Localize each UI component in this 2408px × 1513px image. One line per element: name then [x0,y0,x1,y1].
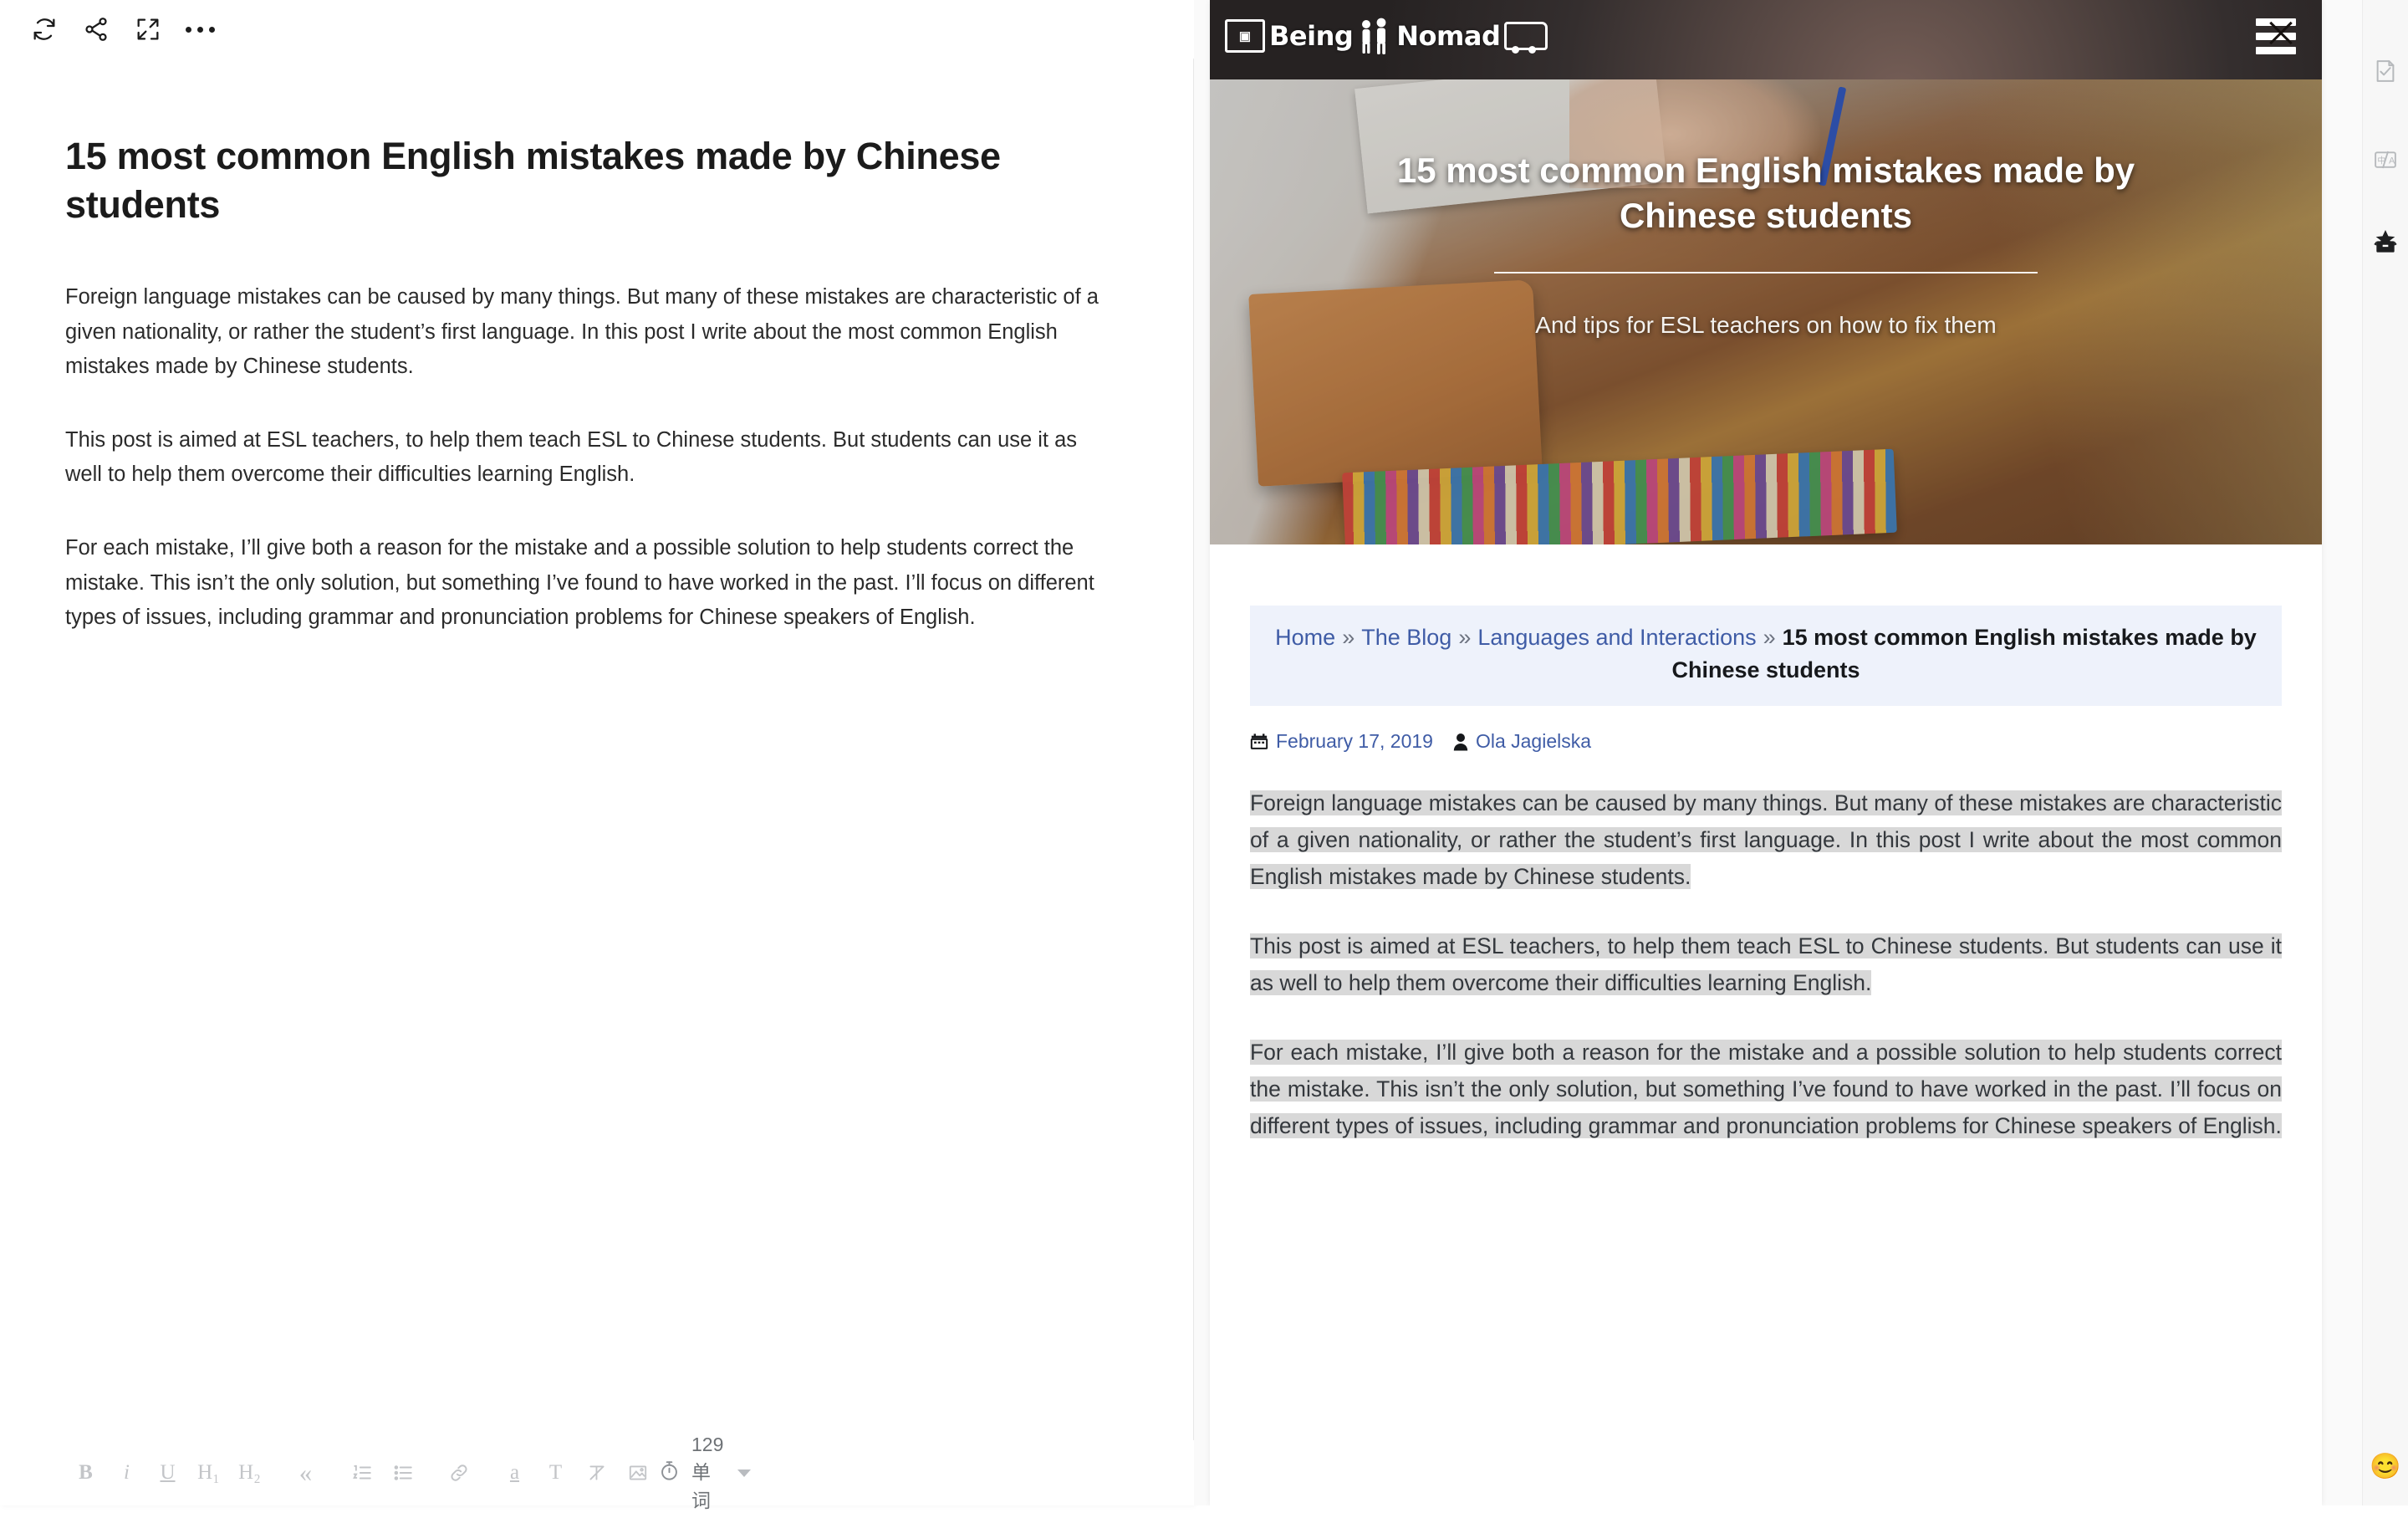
hero-banner: 15 most common English mistakes made by … [1210,79,2322,544]
breadcrumb-item-languages-and-interactions[interactable]: Languages and Interactions [1477,625,1756,650]
breadcrumb: Home» The Blog» Languages and Interactions… [1250,606,2282,707]
svg-text:A: A [2389,156,2395,166]
hero-text-block: 15 most common English mistakes made by … [1210,79,2322,544]
highlight-button[interactable]: a [494,1454,535,1492]
timer-icon [658,1459,681,1487]
hero-subtitle: And tips for ESL teachers on how to fix … [1535,311,1997,338]
breadcrumb-item-home[interactable]: Home [1275,625,1335,650]
bold-button[interactable]: B [65,1454,106,1492]
editor-top-toolbar [0,0,1194,59]
preview-pane: ▣ Being Nomad 15 most common English mis… [1194,0,2363,1505]
site-content: Home» The Blog» Languages and Interactions… [1210,606,2322,1145]
post-paragraph: For each mistake, I’ll give both a reaso… [1250,1035,2282,1145]
publish-icon[interactable] [2363,219,2408,264]
word-count-control[interactable]: 129 单词 [658,1434,1286,1513]
app-root: 15 most common English mistakes made by … [0,0,2408,1511]
user-icon [1453,733,1468,751]
unordered-list-button[interactable] [382,1454,423,1492]
blockquote-button[interactable]: « [285,1454,326,1492]
document-paragraph[interactable]: Foreign language mistakes can be caused … [65,280,1106,385]
selected-text: Foreign language mistakes can be caused … [1250,790,2282,890]
post-date-label[interactable]: February 17, 2019 [1276,730,1433,753]
word-count-label: 129 单词 [691,1433,724,1511]
post-date: February 17, 2019 [1250,730,1433,753]
logo-word-nomad: Nomad [1396,20,1501,52]
breadcrumb-separator: » [1342,625,1355,650]
selected-text: For each mistake, I’ll give both a reaso… [1250,1040,2282,1139]
camera-icon: ▣ [1225,19,1265,53]
document-title[interactable]: 15 most common English mistakes made by … [65,132,1077,228]
hero-title: 15 most common English mistakes made by … [1396,151,2135,235]
breadcrumb-item-the-blog[interactable]: The Blog [1361,625,1451,650]
post-meta: February 17, 2019 Ola Jagielska [1250,730,2282,753]
proofread-icon[interactable] [2363,49,2408,94]
heading-2-button[interactable]: H₂ [229,1454,270,1492]
clear-format-button[interactable] [576,1454,617,1492]
editor-format-toolbar: B i U H₁ H₂ « a T 129 单词 [0,1434,1194,1511]
van-icon [1504,22,1548,54]
heading-1-button[interactable]: H₁ [188,1454,229,1492]
ordered-list-button[interactable] [341,1454,382,1492]
sync-icon[interactable] [18,7,70,52]
italic-button[interactable]: i [106,1454,147,1492]
hamburger-menu-icon[interactable] [2252,15,2300,59]
chevron-down-icon[interactable] [737,1469,752,1477]
underline-button[interactable]: U [147,1454,188,1492]
post-author-label[interactable]: Ola Jagielska [1476,730,1591,753]
editor-document[interactable]: 15 most common English mistakes made by … [0,59,1194,1440]
text-style-button[interactable]: T [535,1454,576,1492]
document-paragraph[interactable]: This post is aimed at ESL teachers, to h… [65,423,1106,493]
svg-text:中: 中 [2377,156,2385,166]
breadcrumb-item-current: 15 most common English mistakes made by … [1671,625,2257,683]
people-icon [1357,17,1392,55]
site-logo[interactable]: ▣ Being Nomad [1225,10,1548,62]
link-button[interactable] [438,1454,479,1492]
post-paragraph: Foreign language mistakes can be caused … [1250,785,2282,896]
hero-divider [1494,271,2038,273]
format-button-group: B i U H₁ H₂ « a T [65,1454,658,1492]
emoji-icon[interactable]: 😊 [2363,1444,2408,1489]
breadcrumb-separator: » [1458,625,1472,650]
editor-pane: 15 most common English mistakes made by … [0,0,1194,1511]
post-author: Ola Jagielska [1453,730,1591,753]
document-paragraph[interactable]: For each mistake, I’ll give both a reaso… [65,531,1106,636]
right-rail: 中 A 😊 [2362,0,2408,1505]
logo-word-being: Being [1269,20,1354,52]
site-header: ▣ Being Nomad [1210,0,2322,79]
breadcrumb-separator: » [1763,625,1776,650]
insert-image-button[interactable] [617,1454,658,1492]
translate-icon[interactable]: 中 A [2363,137,2408,182]
preview-site: ▣ Being Nomad 15 most common English mis… [1210,0,2322,1505]
selected-text: This post is aimed at ESL teachers, to h… [1250,933,2282,996]
share-icon[interactable] [70,7,122,52]
post-paragraph: This post is aimed at ESL teachers, to h… [1250,928,2282,1002]
more-icon[interactable] [174,7,226,52]
calendar-icon [1250,733,1268,751]
fullscreen-icon[interactable] [122,7,174,52]
